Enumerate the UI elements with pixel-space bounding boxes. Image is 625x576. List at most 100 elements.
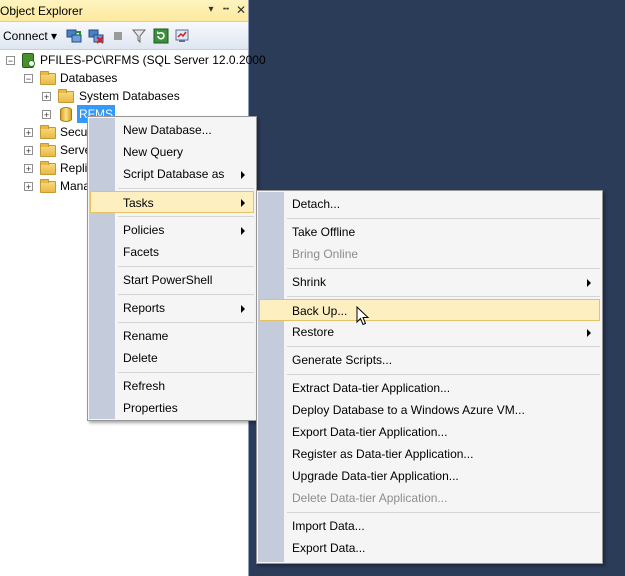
object-explorer-titlebar: Object Explorer ▾ ╍ ✕ <box>0 0 248 22</box>
folder-icon <box>58 89 74 103</box>
management-label: Mana <box>60 179 91 193</box>
folder-icon <box>40 143 56 157</box>
menu-item-label: Export Data-tier Application... <box>292 425 448 439</box>
expand-icon[interactable]: + <box>24 164 33 174</box>
menu-item-label: Import Data... <box>292 519 365 533</box>
menu-item-label: Export Data... <box>292 541 366 555</box>
submenu-arrow-icon <box>241 227 245 235</box>
databases-label: Databases <box>60 71 118 85</box>
pin-icon[interactable]: ╍ <box>219 3 233 17</box>
menu-item-back-up[interactable]: Back Up... <box>259 299 600 321</box>
object-explorer-toolbar: Connect ▾ <box>0 22 248 50</box>
menu-item-label: Facets <box>123 245 160 259</box>
menu-item-label: Detach... <box>292 197 341 211</box>
submenu-arrow-icon <box>241 305 245 313</box>
menu-separator <box>118 372 254 373</box>
menu-item-label: Take Offline <box>292 225 356 239</box>
menu-item-label: Extract Data-tier Application... <box>292 381 451 395</box>
menu-item-label: Bring Online <box>292 247 359 261</box>
menu-item-label: Delete <box>123 351 158 365</box>
menu-item-label: Back Up... <box>292 304 348 318</box>
menu-item-tasks[interactable]: Tasks <box>90 191 254 213</box>
collapse-icon[interactable]: − <box>6 56 15 66</box>
menu-item-start-powershell[interactable]: Start PowerShell <box>90 269 254 291</box>
menu-item-deploy-azure[interactable]: Deploy Database to a Windows Azure VM... <box>259 399 600 421</box>
object-explorer-title: Object Explorer <box>0 4 83 18</box>
menu-item-policies[interactable]: Policies <box>90 219 254 241</box>
menu-item-label: Reports <box>123 301 166 315</box>
menu-item-label: Upgrade Data-tier Application... <box>292 469 459 483</box>
collapse-icon[interactable]: − <box>24 74 33 84</box>
folder-icon <box>40 161 56 175</box>
system-databases-label: System Databases <box>79 89 180 103</box>
chevron-down-icon[interactable]: ▾ <box>204 3 218 17</box>
tree-node-system-databases[interactable]: + System Databases <box>0 87 248 105</box>
menu-item-label: Restore <box>292 325 335 339</box>
expand-icon[interactable]: + <box>24 128 33 138</box>
menu-item-label: Refresh <box>123 379 166 393</box>
menu-item-label: Rename <box>123 329 169 343</box>
menu-separator <box>287 346 600 347</box>
close-icon[interactable]: ✕ <box>234 3 248 17</box>
menu-item-new-database[interactable]: New Database... <box>90 119 254 141</box>
submenu-arrow-icon <box>587 329 591 337</box>
menu-item-script-database-as[interactable]: Script Database as <box>90 163 254 185</box>
server-icon <box>22 53 35 68</box>
submenu-arrow-icon <box>241 199 245 207</box>
menu-item-label: Deploy Database to a Windows Azure VM... <box>292 403 525 417</box>
menu-item-label: Policies <box>123 223 165 237</box>
menu-item-label: Properties <box>123 401 178 415</box>
menu-item-detach[interactable]: Detach... <box>259 193 600 215</box>
menu-separator <box>118 266 254 267</box>
menu-item-rename[interactable]: Rename <box>90 325 254 347</box>
menu-item-label: Start PowerShell <box>123 273 213 287</box>
menu-item-import-data[interactable]: Import Data... <box>259 515 600 537</box>
menu-separator <box>118 216 254 217</box>
expand-icon[interactable]: + <box>24 182 33 192</box>
menu-separator <box>287 296 600 297</box>
menu-item-export-data[interactable]: Export Data... <box>259 537 600 559</box>
expand-icon[interactable]: + <box>42 92 51 102</box>
activity-monitor-icon[interactable] <box>175 28 191 44</box>
folder-icon <box>40 125 56 139</box>
filter-icon[interactable] <box>131 28 147 44</box>
menu-item-facets[interactable]: Facets <box>90 241 254 263</box>
menu-separator <box>287 512 600 513</box>
expand-icon[interactable]: + <box>24 146 33 156</box>
database-icon <box>60 107 72 122</box>
mouse-pointer-icon <box>356 306 370 326</box>
menu-item-take-offline[interactable]: Take Offline <box>259 221 600 243</box>
menu-item-shrink[interactable]: Shrink <box>259 271 600 293</box>
menu-item-generate-scripts[interactable]: Generate Scripts... <box>259 349 600 371</box>
menu-item-new-query[interactable]: New Query <box>90 141 254 163</box>
refresh-icon[interactable] <box>153 28 169 44</box>
menu-item-label: Register as Data-tier Application... <box>292 447 474 461</box>
menu-item-delete-data-tier: Delete Data-tier Application... <box>259 487 600 509</box>
menu-separator <box>118 322 254 323</box>
folder-icon <box>40 71 56 85</box>
menu-item-register-data-tier[interactable]: Register as Data-tier Application... <box>259 443 600 465</box>
expand-icon[interactable]: + <box>42 110 51 120</box>
menu-separator <box>118 294 254 295</box>
menu-item-reports[interactable]: Reports <box>90 297 254 319</box>
replication-label: Repli <box>60 161 88 175</box>
menu-separator <box>118 188 254 189</box>
tree-node-server[interactable]: − PFILES-PC\RFMS (SQL Server 12.0.2000 <box>0 51 266 69</box>
menu-item-label: Generate Scripts... <box>292 353 393 367</box>
submenu-arrow-icon <box>587 279 591 287</box>
connect-icon[interactable] <box>66 28 82 44</box>
menu-item-refresh[interactable]: Refresh <box>90 375 254 397</box>
connect-button[interactable]: Connect ▾ <box>3 29 57 43</box>
server-label: PFILES-PC\RFMS (SQL Server 12.0.2000 <box>40 53 266 67</box>
menu-item-export-data-tier[interactable]: Export Data-tier Application... <box>259 421 600 443</box>
menu-item-restore[interactable]: Restore <box>259 321 600 343</box>
menu-separator <box>287 218 600 219</box>
menu-item-extract-data-tier[interactable]: Extract Data-tier Application... <box>259 377 600 399</box>
menu-separator <box>287 268 600 269</box>
disconnect-icon[interactable] <box>88 28 104 44</box>
menu-item-properties[interactable]: Properties <box>90 397 254 419</box>
tree-node-databases[interactable]: − Databases <box>0 69 248 87</box>
stop-icon[interactable] <box>110 28 126 44</box>
menu-item-upgrade-data-tier[interactable]: Upgrade Data-tier Application... <box>259 465 600 487</box>
menu-item-delete[interactable]: Delete <box>90 347 254 369</box>
